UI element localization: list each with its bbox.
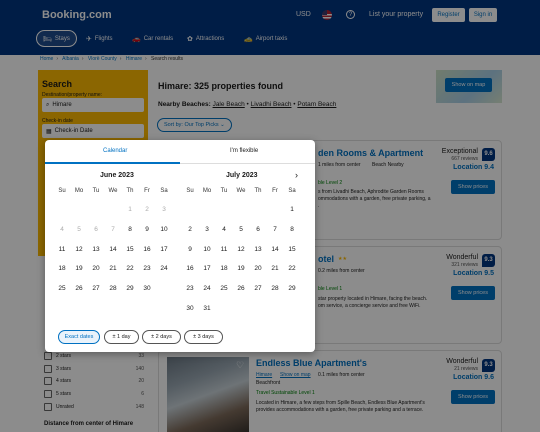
calendar-day[interactable]: 5 — [234, 226, 248, 233]
calendar-day: 7 — [111, 225, 115, 233]
calendar-day: 1 — [128, 206, 132, 213]
calendar-day[interactable]: 4 — [217, 226, 231, 233]
active-tab-indicator — [45, 162, 180, 164]
calendar-day[interactable]: 21 — [106, 265, 120, 272]
calendar-day[interactable]: 27 — [89, 285, 103, 292]
calendar-day[interactable]: 9 — [183, 246, 197, 253]
calendar-day[interactable]: 25 — [55, 285, 69, 292]
calendar-day[interactable]: 15 — [285, 246, 299, 253]
weekday-label: Tu — [220, 188, 228, 194]
weekday-label: Mo — [74, 188, 84, 194]
calendar-day[interactable]: 21 — [268, 265, 282, 272]
calendar-day[interactable]: 14 — [268, 246, 282, 253]
calendar-day[interactable]: 28 — [268, 285, 282, 292]
calendar-day[interactable]: 3 — [200, 226, 214, 233]
calendar-day[interactable]: 8 — [285, 226, 299, 233]
calendar-day[interactable]: 16 — [140, 246, 154, 253]
weekday-label: Th — [254, 188, 262, 194]
calendar-day[interactable]: 30 — [140, 285, 154, 292]
calendar-day[interactable]: 18 — [217, 265, 231, 272]
calendar-day[interactable]: 12 — [234, 246, 248, 253]
calendar-day[interactable]: 29 — [123, 285, 137, 292]
calendar-day: 3 — [162, 206, 166, 213]
calendar-day[interactable]: 15 — [123, 246, 137, 253]
calendar-day: 2 — [145, 206, 149, 213]
calendar-day[interactable]: 13 — [251, 246, 265, 253]
weekday-label: Tu — [92, 188, 100, 194]
weekday-label: Su — [186, 188, 194, 194]
calendar-day[interactable]: 26 — [234, 285, 248, 292]
chip-plus-minus-2-days[interactable]: ± 2 days — [142, 330, 181, 344]
calendar-day[interactable]: 28 — [106, 285, 120, 292]
calendar-day[interactable]: 31 — [200, 305, 214, 312]
month-title-july: July 2023 — [226, 172, 258, 179]
weekday-label: We — [108, 188, 118, 194]
weekday-label: Fr — [272, 188, 278, 194]
date-picker-tabs: Calendar I'm flexible — [45, 140, 315, 164]
weekday-label: Fr — [144, 188, 150, 194]
calendar-day: 5 — [77, 225, 81, 233]
calendar-day[interactable]: 2 — [183, 226, 197, 233]
calendar-day[interactable]: 8 — [123, 226, 137, 233]
calendar-day[interactable]: 11 — [55, 246, 69, 253]
calendar-day[interactable]: 1 — [285, 206, 299, 213]
tab-flexible[interactable]: I'm flexible — [230, 148, 258, 154]
calendar-day[interactable]: 14 — [106, 246, 120, 253]
calendar-day[interactable]: 17 — [157, 246, 171, 253]
calendar-day[interactable]: 25 — [217, 285, 231, 292]
calendar-day[interactable]: 10 — [200, 246, 214, 253]
next-month-arrow-icon[interactable]: › — [295, 170, 298, 180]
calendar-day[interactable]: 22 — [285, 265, 299, 272]
weekday-label: We — [236, 188, 246, 194]
calendar-day[interactable]: 22 — [123, 265, 137, 272]
calendar-day[interactable]: 7 — [268, 226, 282, 233]
calendar-day[interactable]: 13 — [89, 246, 103, 253]
weekday-label: Sa — [288, 188, 296, 194]
month-title-june: June 2023 — [100, 172, 134, 179]
weekday-label: Su — [58, 188, 66, 194]
calendar-day[interactable]: 19 — [72, 265, 86, 272]
calendar-day[interactable]: 10 — [157, 226, 171, 233]
calendar-day[interactable]: 16 — [183, 265, 197, 272]
calendar-day: 4 — [60, 225, 64, 233]
calendar-day[interactable]: 12 — [72, 246, 86, 253]
calendar-day[interactable]: 19 — [234, 265, 248, 272]
weekday-label: Th — [126, 188, 134, 194]
calendar-day[interactable]: 11 — [217, 246, 231, 253]
chip-plus-minus-1-day[interactable]: ± 1 day — [104, 330, 139, 344]
calendar-day[interactable]: 27 — [251, 285, 265, 292]
calendar-day[interactable]: 18 — [55, 265, 69, 272]
calendar-day: 6 — [94, 225, 98, 233]
calendar-day[interactable]: 29 — [285, 285, 299, 292]
calendar-day[interactable]: 23 — [183, 285, 197, 292]
calendar-day[interactable]: 6 — [251, 226, 265, 233]
weekday-label: Mo — [202, 188, 212, 194]
calendar-day[interactable]: 24 — [157, 265, 171, 272]
calendar-day[interactable]: 20 — [251, 265, 265, 272]
date-picker-popup: Calendar I'm flexible June 2023 July 202… — [45, 140, 315, 352]
calendar-day[interactable]: 30 — [183, 305, 197, 312]
chip-exact-dates[interactable]: Exact dates — [58, 330, 100, 344]
weekday-label: Sa — [160, 188, 168, 194]
calendar-day[interactable]: 9 — [140, 226, 154, 233]
calendar-day[interactable]: 17 — [200, 265, 214, 272]
chip-plus-minus-3-days[interactable]: ± 3 days — [184, 330, 223, 344]
calendar-day[interactable]: 26 — [72, 285, 86, 292]
calendar-day[interactable]: 23 — [140, 265, 154, 272]
tab-calendar[interactable]: Calendar — [103, 148, 127, 154]
calendar-day[interactable]: 24 — [200, 285, 214, 292]
calendar-day[interactable]: 20 — [89, 265, 103, 272]
